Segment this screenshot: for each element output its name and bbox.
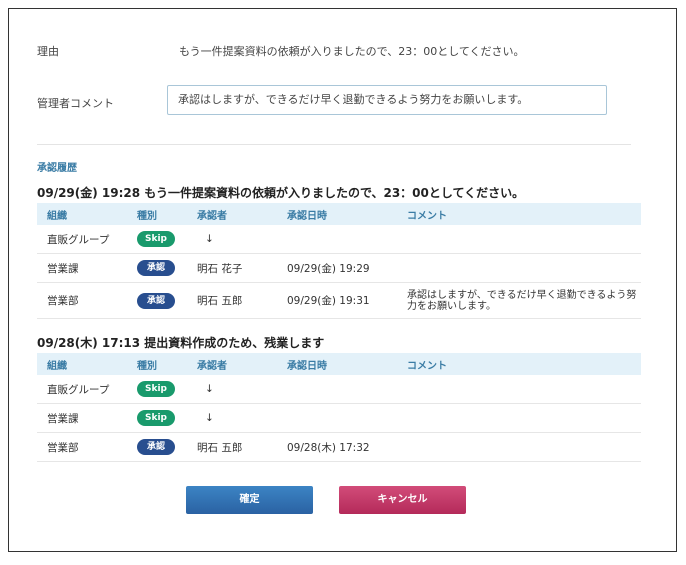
cell-type: Skip (127, 225, 187, 254)
cell-comment (397, 375, 641, 404)
skip-badge: Skip (137, 381, 175, 397)
cell-type: Skip (127, 403, 187, 433)
cell-org: 営業部 (37, 432, 127, 462)
cancel-button[interactable]: キャンセル (339, 486, 466, 514)
col-org: 組織 (37, 353, 127, 375)
cell-comment: 承認はしますが、できるだけ早く退勤できるよう努力をお願いします。 (397, 282, 641, 319)
cell-org: 営業課 (37, 253, 127, 283)
cell-comment (397, 403, 641, 433)
history-block: 09/28(木) 17:13 提出資料作成のため、残業します 組織 種別 承認者… (37, 333, 641, 462)
cell-comment (397, 225, 641, 254)
skip-badge: Skip (137, 231, 175, 247)
table-row: 営業課 Skip ↓ (37, 403, 641, 433)
cell-date: 09/28(木) 17:32 (277, 432, 397, 462)
cell-type: Skip (127, 375, 187, 404)
cell-org: 直販グループ (37, 225, 127, 254)
cell-type: 承認 (127, 282, 187, 319)
cell-approver: 明石 花子 (187, 253, 277, 283)
table-row: 営業部 承認 明石 五郎 09/28(木) 17:32 (37, 432, 641, 462)
admin-comment-input[interactable]: 承認はしますが、できるだけ早く退勤できるよう努力をお願いします。 (167, 85, 607, 115)
col-comment: コメント (397, 203, 641, 225)
cell-type: 承認 (127, 253, 187, 283)
col-approver: 承認者 (187, 353, 277, 375)
cell-date: 09/29(金) 19:29 (277, 253, 397, 283)
cell-date (277, 225, 397, 254)
cell-approver: 明石 五郎 (187, 432, 277, 462)
cell-date: 09/29(金) 19:31 (277, 282, 397, 319)
admin-comment-label: 管理者コメント (37, 97, 114, 110)
approve-badge: 承認 (137, 292, 175, 309)
cell-date (277, 375, 397, 404)
col-approver: 承認者 (187, 203, 277, 225)
table-row: 直販グループ Skip ↓ (37, 225, 641, 254)
table-header-row: 組織 種別 承認者 承認日時 コメント (37, 353, 641, 375)
cell-comment (397, 432, 641, 462)
cell-type: 承認 (127, 432, 187, 462)
table-header-row: 組織 種別 承認者 承認日時 コメント (37, 203, 641, 225)
approve-badge: 承認 (137, 439, 175, 455)
cell-approver: ↓ (187, 225, 277, 254)
col-date: 承認日時 (277, 353, 397, 375)
table-row: 直販グループ Skip ↓ (37, 375, 641, 404)
col-type: 種別 (127, 353, 187, 375)
cell-org: 営業部 (37, 282, 127, 319)
history-table: 組織 種別 承認者 承認日時 コメント 直販グループ Skip ↓ 営業課 (37, 203, 641, 319)
col-org: 組織 (37, 203, 127, 225)
col-date: 承認日時 (277, 203, 397, 225)
col-type: 種別 (127, 203, 187, 225)
history-section-title: 承認履歴 (37, 163, 77, 174)
skip-badge: Skip (137, 410, 175, 426)
approval-panel: 理由 もう一件提案資料の依頼が入りましたので、23：00としてください。 管理者… (8, 8, 677, 552)
cell-approver: 明石 五郎 (187, 282, 277, 319)
cell-date (277, 403, 397, 433)
col-comment: コメント (397, 353, 641, 375)
section-divider (37, 144, 631, 145)
history-block: 09/29(金) 19:28 もう一件提案資料の依頼が入りましたので、23：00… (37, 183, 641, 319)
cell-approver: ↓ (187, 375, 277, 404)
cell-org: 直販グループ (37, 375, 127, 404)
cell-approver: ↓ (187, 403, 277, 433)
approve-badge: 承認 (137, 260, 175, 276)
history-header: 09/28(木) 17:13 提出資料作成のため、残業します (37, 336, 325, 350)
reason-label: 理由 (37, 45, 59, 58)
reason-value: もう一件提案資料の依頼が入りましたので、23：00としてください。 (179, 45, 525, 58)
cell-org: 営業課 (37, 403, 127, 433)
history-table: 組織 種別 承認者 承認日時 コメント 直販グループ Skip ↓ 営業課 (37, 353, 641, 462)
table-row: 営業課 承認 明石 花子 09/29(金) 19:29 (37, 253, 641, 283)
table-row: 営業部 承認 明石 五郎 09/29(金) 19:31 承認はしますが、できるだ… (37, 282, 641, 319)
confirm-button[interactable]: 確定 (186, 486, 313, 514)
history-header: 09/29(金) 19:28 もう一件提案資料の依頼が入りましたので、23：00… (37, 186, 525, 200)
cell-comment (397, 253, 641, 283)
